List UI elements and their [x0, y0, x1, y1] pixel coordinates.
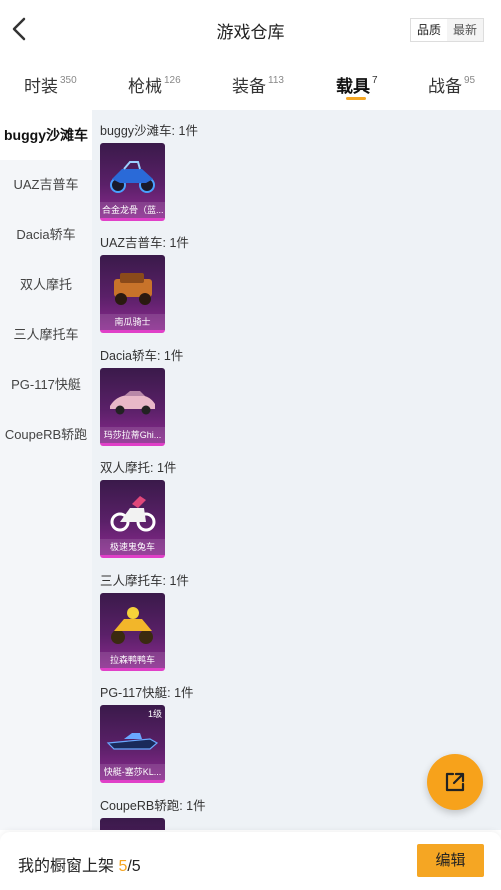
- section-title: 三人摩托车: 1件: [100, 574, 189, 588]
- tab-count: 7: [372, 75, 378, 87]
- tab-label: 时装: [24, 77, 58, 96]
- item-card[interactable]: 1级 快艇-塞莎KL...: [100, 705, 165, 783]
- sidebar-item-trike[interactable]: 三人摩托车: [0, 310, 92, 360]
- vehicle-sidebar: buggy沙滩车 UAZ吉普车 Dacia轿车 双人摩托 三人摩托车 PG-11…: [0, 110, 92, 830]
- trike-icon: [111, 607, 153, 644]
- item-card[interactable]: 极速鬼兔车: [100, 480, 165, 558]
- jeep-icon: [114, 273, 152, 305]
- item-card[interactable]: 南瓜骑士: [100, 255, 165, 333]
- showcase-bar: 我的橱窗上架 5/5 编辑: [0, 832, 501, 890]
- motorcycle-icon: [110, 496, 156, 532]
- tab-label: 装备: [232, 77, 266, 96]
- share-icon: [445, 772, 465, 792]
- active-tab-indicator: [346, 97, 366, 100]
- item-name: 拉森鸭鸭车: [100, 652, 165, 668]
- item-name: 快艇-塞莎KL...: [100, 764, 165, 780]
- section-title: 双人摩托: 1件: [100, 461, 177, 475]
- section-title: PG-117快艇: 1件: [100, 686, 194, 700]
- showcase-total-count: /5: [127, 858, 141, 875]
- tab-equipment[interactable]: 装备 113: [232, 72, 284, 97]
- section-title: buggy沙滩车: 1件: [100, 124, 198, 138]
- tab-count: 126: [164, 75, 181, 87]
- item-name: 南瓜骑士: [100, 314, 165, 330]
- sidebar-item-buggy[interactable]: buggy沙滩车: [0, 110, 92, 160]
- sort-latest-button[interactable]: 最新: [447, 19, 483, 41]
- section-title: CoupeRB轿跑: 1件: [100, 799, 206, 813]
- category-tabs: 时装 350 枪械 126 装备 113 载具 7 战备 95: [0, 58, 501, 110]
- share-button[interactable]: [427, 754, 483, 810]
- sort-toggle: 品质 最新: [410, 18, 484, 42]
- tab-fashion[interactable]: 时装 350: [24, 72, 77, 97]
- section-title: Dacia轿车: 1件: [100, 349, 184, 363]
- tab-count: 95: [464, 75, 476, 87]
- buggy-icon: [110, 161, 155, 193]
- sedan-icon: [110, 391, 155, 415]
- item-card[interactable]: 玛莎拉蒂Ghi...: [100, 368, 165, 446]
- section-title: UAZ吉普车: 1件: [100, 236, 189, 250]
- sidebar-item-boat[interactable]: PG-117快艇: [0, 360, 92, 410]
- item-name: 合金龙骨（蓝...: [100, 202, 165, 218]
- sidebar-item-dacia[interactable]: Dacia轿车: [0, 210, 92, 260]
- item-card[interactable]: [100, 818, 165, 830]
- sidebar-item-uaz[interactable]: UAZ吉普车: [0, 160, 92, 210]
- tab-count: 350: [60, 75, 77, 87]
- tab-count: 113: [268, 75, 284, 87]
- item-name: 玛莎拉蒂Ghi...: [100, 427, 165, 443]
- item-card[interactable]: 拉森鸭鸭车: [100, 593, 165, 671]
- tab-label: 载具: [336, 77, 370, 96]
- sidebar-item-motorcycle[interactable]: 双人摩托: [0, 260, 92, 310]
- sidebar-item-coupe[interactable]: CoupeRB轿跑: [0, 410, 92, 460]
- vehicle-list[interactable]: buggy沙滩车: 1件 合金龙骨（蓝... UAZ吉普车: 1件 南瓜骑士 D…: [92, 110, 501, 830]
- showcase-label: 我的橱窗上架 5/5: [18, 852, 141, 876]
- showcase-text: 我的橱窗上架: [18, 858, 119, 875]
- item-card[interactable]: 合金龙骨（蓝...: [100, 143, 165, 221]
- tab-vehicles[interactable]: 载具 7: [336, 72, 378, 97]
- tab-supplies[interactable]: 战备 95: [428, 72, 475, 97]
- header: 游戏仓库 品质 最新: [0, 0, 501, 58]
- boat-icon: [106, 733, 159, 750]
- tab-weapons[interactable]: 枪械 126: [128, 72, 181, 97]
- sort-quality-button[interactable]: 品质: [411, 19, 447, 41]
- tab-label: 战备: [428, 77, 462, 96]
- edit-button[interactable]: 编辑: [417, 844, 484, 877]
- tab-label: 枪械: [128, 77, 162, 96]
- item-name: 极速鬼兔车: [100, 539, 165, 555]
